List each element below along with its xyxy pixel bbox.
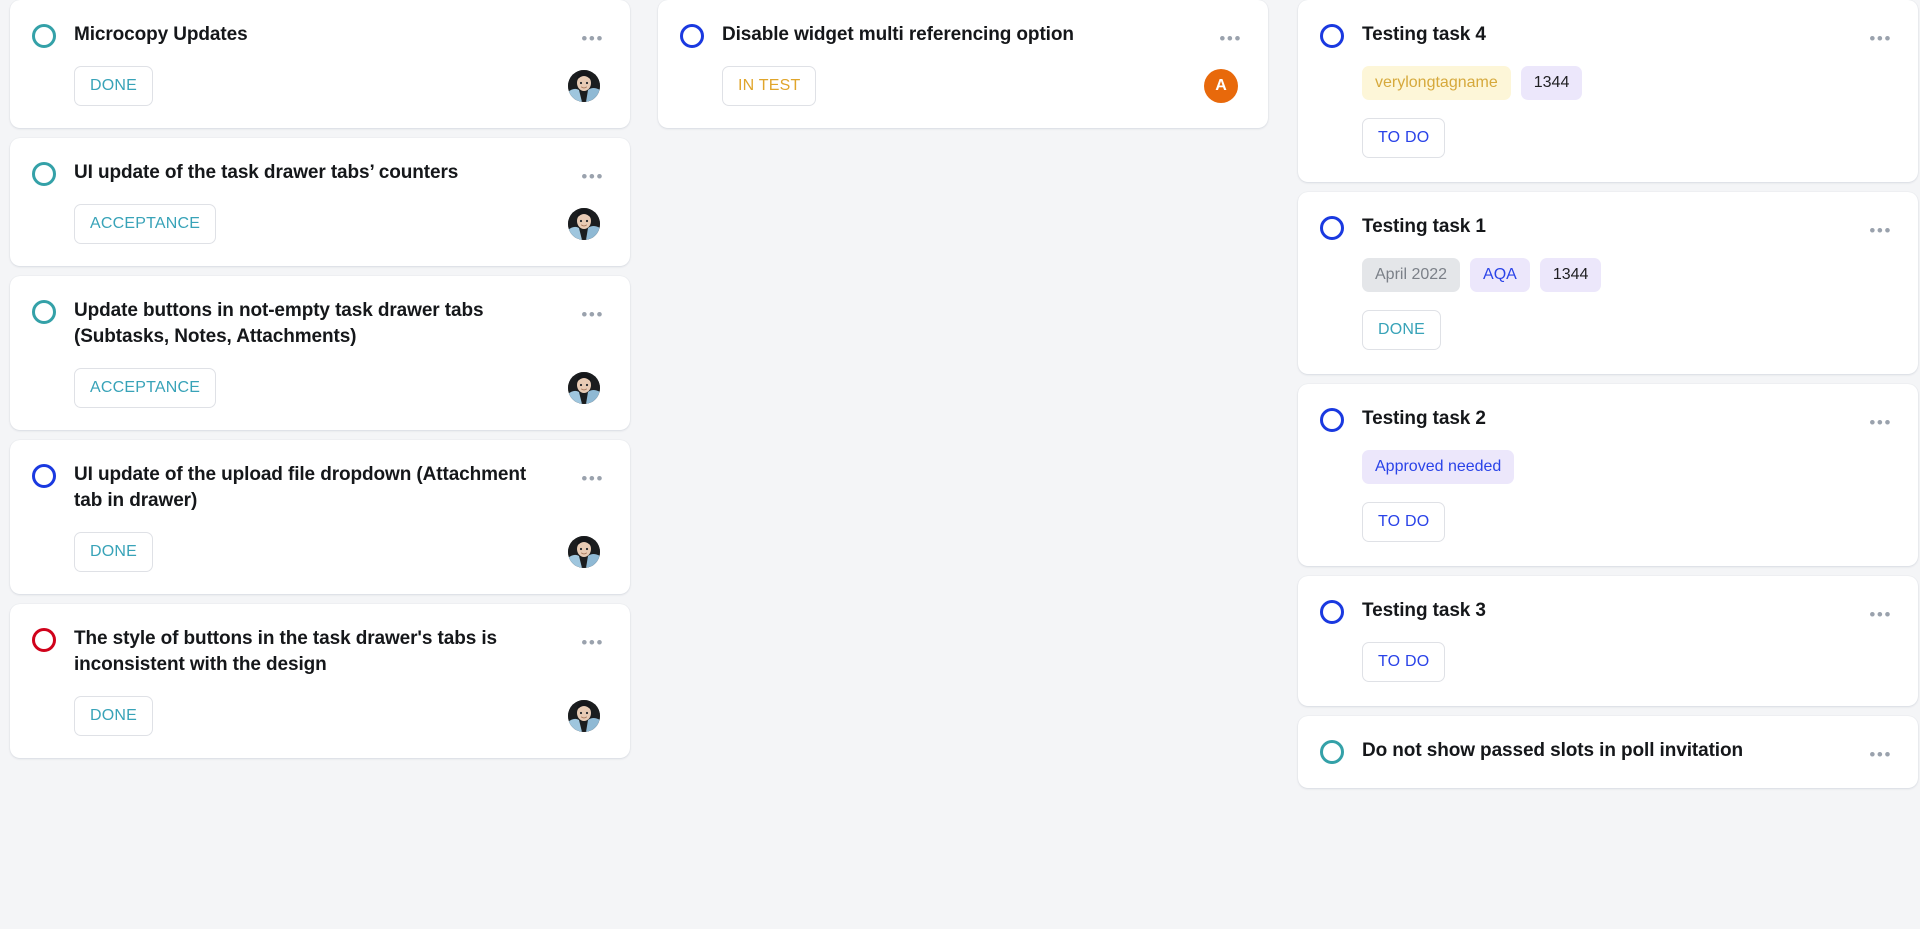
assignee-avatar[interactable]: A: [1204, 69, 1238, 104]
task-status-button[interactable]: ACCEPTANCE: [74, 204, 217, 245]
task-card[interactable]: Testing task 4 ••• verylongtagname 1344 TO D…: [1298, 0, 1918, 183]
task-card-header: Testing task 1 •••: [1320, 214, 1892, 241]
task-status-button[interactable]: TO DO: [1362, 642, 1446, 683]
assignee-avatar[interactable]: [568, 208, 600, 241]
task-status-ring-icon[interactable]: [32, 162, 56, 187]
board-column-right: Testing task 4 ••• verylongtagname 1344 TO D…: [1298, 0, 1918, 789]
task-card[interactable]: UI update of the task drawer tabs’ count…: [10, 138, 630, 267]
more-options-icon[interactable]: •••: [581, 30, 604, 47]
task-status-button[interactable]: IN TEST: [722, 66, 817, 107]
task-status-row: TO DO: [1362, 642, 1892, 683]
task-status-ring-icon[interactable]: [680, 24, 704, 48]
task-status-ring-icon[interactable]: [1320, 408, 1344, 433]
task-tag-row: Approved needed: [1362, 450, 1892, 485]
task-title: Do not show passed slots in poll invitat…: [1362, 740, 1743, 762]
task-status-button[interactable]: ACCEPTANCE: [74, 368, 217, 409]
task-card[interactable]: Testing task 2 ••• Approved needed TO DO: [1298, 384, 1918, 567]
task-tag[interactable]: AQA: [1470, 258, 1530, 293]
task-tag[interactable]: 1344: [1520, 66, 1583, 101]
board-column-left: Microcopy Updates ••• DONE UI update of th…: [10, 0, 630, 759]
assignee-avatar[interactable]: [568, 536, 600, 569]
task-status-button[interactable]: TO DO: [1362, 118, 1446, 159]
more-options-icon[interactable]: •••: [581, 306, 604, 323]
task-card-header: UI update of the task drawer tabs’ count…: [32, 160, 604, 187]
task-card-header: Do not show passed slots in poll invitat…: [1320, 738, 1892, 765]
task-status-button[interactable]: DONE: [74, 532, 154, 573]
task-title: UI update of the task drawer tabs’ count…: [74, 162, 459, 184]
task-status-ring-icon[interactable]: [32, 628, 56, 653]
assignee-avatar[interactable]: [568, 372, 600, 405]
task-status-button[interactable]: DONE: [1362, 310, 1442, 351]
task-title: UI update of the upload file dropdown (A…: [74, 464, 527, 512]
task-status-row: ACCEPTANCE: [74, 204, 604, 245]
task-title: Testing task 2: [1362, 408, 1486, 430]
task-title: Testing task 1: [1362, 216, 1486, 238]
task-card[interactable]: Microcopy Updates ••• DONE: [10, 0, 630, 129]
task-status-ring-icon[interactable]: [1320, 216, 1344, 241]
task-status-ring-icon[interactable]: [1320, 24, 1344, 48]
task-card[interactable]: Do not show passed slots in poll invitat…: [1298, 716, 1918, 789]
task-title: Update buttons in not-empty task drawer …: [74, 300, 484, 348]
task-title: Disable widget multi referencing option: [722, 24, 1074, 45]
task-status-ring-icon[interactable]: [1320, 600, 1344, 625]
task-card[interactable]: Disable widget multi referencing option •…: [658, 0, 1268, 129]
task-status-ring-icon[interactable]: [32, 464, 56, 489]
task-tag[interactable]: 1344: [1539, 258, 1602, 293]
task-status-row: ACCEPTANCE: [74, 368, 604, 409]
task-tag-row: April 2022 AQA 1344: [1362, 258, 1892, 293]
task-card[interactable]: Testing task 3 ••• TO DO: [1298, 576, 1918, 707]
task-card-header: Microcopy Updates •••: [32, 22, 604, 48]
task-card-header: Disable widget multi referencing option •…: [680, 22, 1242, 48]
more-options-icon[interactable]: •••: [1869, 30, 1892, 47]
more-options-icon[interactable]: •••: [581, 470, 604, 487]
assignee-avatar[interactable]: [568, 70, 600, 103]
kanban-board: Microcopy Updates ••• DONE UI update of th…: [0, 0, 1920, 929]
more-options-icon[interactable]: •••: [1869, 746, 1892, 763]
task-status-row: DONE: [74, 532, 604, 573]
task-card[interactable]: The style of buttons in the task drawer'…: [10, 604, 630, 759]
task-tag[interactable]: verylongtagname: [1362, 66, 1511, 101]
task-card-header: Update buttons in not-empty task drawer …: [32, 298, 604, 350]
task-status-ring-icon[interactable]: [32, 300, 56, 325]
task-tag[interactable]: April 2022: [1362, 258, 1461, 293]
task-status-button[interactable]: TO DO: [1362, 502, 1446, 543]
task-card-header: Testing task 2 •••: [1320, 406, 1892, 433]
task-tag[interactable]: Approved needed: [1362, 450, 1515, 485]
task-title: Testing task 3: [1362, 600, 1486, 622]
task-status-button[interactable]: DONE: [74, 696, 154, 737]
task-status-row: DONE: [74, 696, 604, 737]
task-status-row: DONE: [1362, 310, 1892, 351]
task-card-header: The style of buttons in the task drawer'…: [32, 626, 604, 678]
task-card[interactable]: Testing task 1 ••• April 2022 AQA 1344 DONE: [1298, 192, 1918, 375]
task-card-header: UI update of the upload file dropdown (A…: [32, 462, 604, 514]
more-options-icon[interactable]: •••: [1869, 222, 1892, 239]
task-title: Testing task 4: [1362, 24, 1486, 45]
task-title: The style of buttons in the task drawer'…: [74, 628, 497, 676]
task-card[interactable]: UI update of the upload file dropdown (A…: [10, 440, 630, 595]
more-options-icon[interactable]: •••: [581, 168, 604, 185]
task-card[interactable]: Update buttons in not-empty task drawer …: [10, 276, 630, 431]
assignee-avatar[interactable]: [568, 700, 600, 733]
more-options-icon[interactable]: •••: [1869, 606, 1892, 623]
more-options-icon[interactable]: •••: [1219, 30, 1242, 47]
task-status-ring-icon[interactable]: [1320, 740, 1344, 765]
task-status-row: IN TEST A: [722, 66, 1242, 107]
task-status-ring-icon[interactable]: [32, 24, 56, 48]
task-status-row: TO DO: [1362, 118, 1892, 159]
task-tag-row: verylongtagname 1344: [1362, 66, 1892, 101]
board-column-middle: Disable widget multi referencing option •…: [658, 0, 1268, 129]
more-options-icon[interactable]: •••: [1869, 414, 1892, 431]
task-status-button[interactable]: DONE: [74, 66, 154, 107]
task-status-row: DONE: [74, 66, 604, 107]
task-title: Microcopy Updates: [74, 24, 248, 45]
task-card-header: Testing task 3 •••: [1320, 598, 1892, 625]
more-options-icon[interactable]: •••: [581, 634, 604, 651]
task-card-header: Testing task 4 •••: [1320, 22, 1892, 48]
task-status-row: TO DO: [1362, 502, 1892, 543]
